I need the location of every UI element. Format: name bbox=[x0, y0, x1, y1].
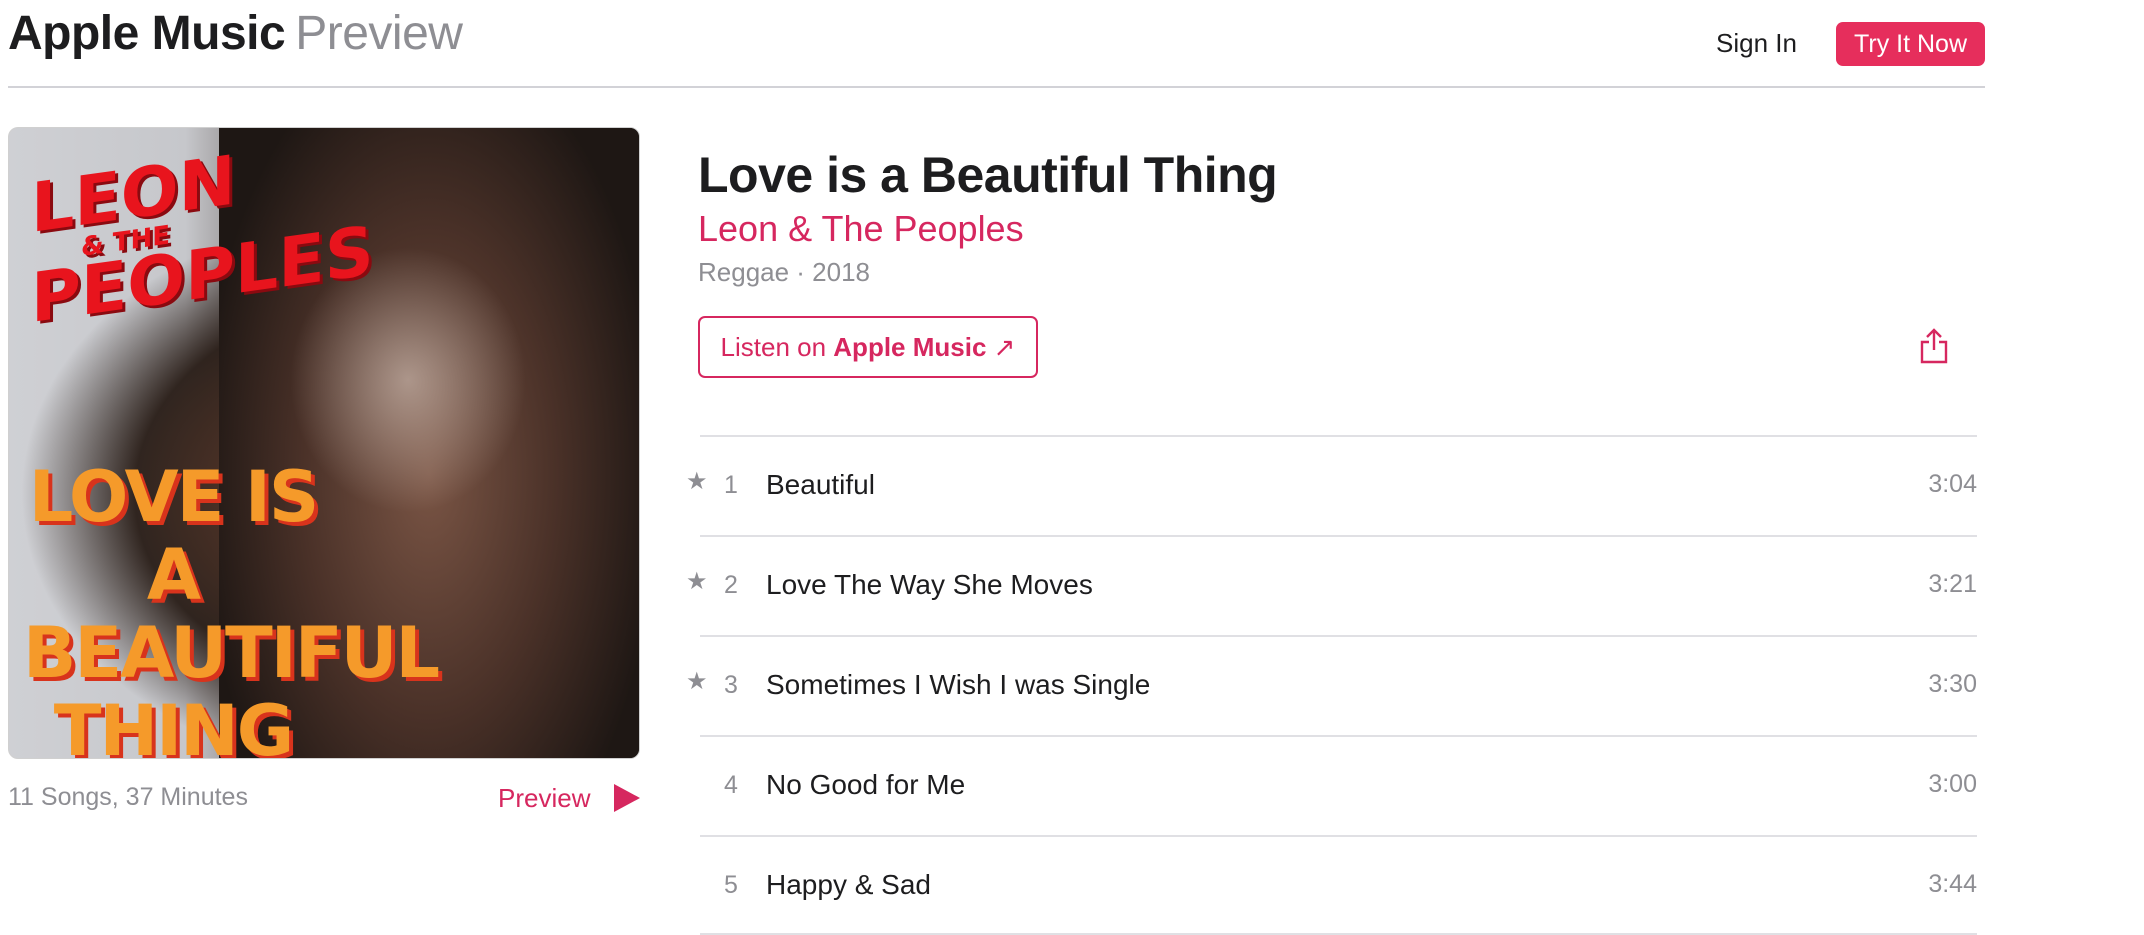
track-row[interactable]: ★ 2 Love The Way She Moves 3:21 bbox=[686, 535, 1977, 635]
track-row[interactable]: 5 Happy & Sad 3:44 bbox=[700, 835, 1977, 935]
popular-star-icon: ★ bbox=[686, 568, 708, 595]
track-number: 5 bbox=[724, 871, 738, 899]
track-name[interactable]: Beautiful bbox=[766, 469, 875, 501]
track-name[interactable]: Love The Way She Moves bbox=[766, 569, 1093, 601]
track-number: 4 bbox=[724, 771, 738, 799]
try-it-now-button[interactable]: Try It Now bbox=[1836, 22, 1985, 66]
track-name[interactable]: Sometimes I Wish I was Single bbox=[766, 669, 1150, 701]
track-duration: 3:44 bbox=[1928, 870, 1977, 898]
track-number: 1 bbox=[724, 471, 738, 499]
track-list: ★ 1 Beautiful 3:04 ★ 2 Love The Way She … bbox=[686, 435, 1977, 935]
track-name[interactable]: Happy & Sad bbox=[766, 869, 931, 901]
artwork-title-lettering: LOVE IS A BEAUTIFUL THING bbox=[23, 456, 440, 759]
brand-preview: Preview bbox=[295, 7, 463, 60]
listen-brand: Apple Music bbox=[833, 332, 987, 362]
share-icon[interactable] bbox=[1919, 328, 1949, 364]
track-row[interactable]: ★ 1 Beautiful 3:04 bbox=[686, 435, 1977, 535]
album-artwork[interactable]: LEON & THE PEOPLES LOVE IS A BEAUTIFUL T… bbox=[8, 127, 640, 759]
track-row[interactable]: 4 No Good for Me 3:00 bbox=[700, 735, 1977, 835]
track-duration: 3:04 bbox=[1928, 470, 1977, 498]
brand-logo[interactable]: Apple Music Preview bbox=[8, 6, 463, 61]
preview-link[interactable]: Preview bbox=[498, 783, 590, 814]
track-duration: 3:21 bbox=[1928, 570, 1977, 598]
track-duration: 3:30 bbox=[1928, 670, 1977, 698]
listen-prefix: Listen on bbox=[720, 332, 834, 362]
genre-year: Reggae · 2018 bbox=[698, 257, 871, 287]
play-icon[interactable] bbox=[614, 784, 640, 812]
track-row[interactable]: ★ 3 Sometimes I Wish I was Single 3:30 bbox=[686, 635, 1977, 735]
popular-star-icon: ★ bbox=[686, 668, 708, 695]
top-bar: Apple Music Preview Sign In Try It Now bbox=[8, 0, 1985, 88]
sign-in-link[interactable]: Sign In bbox=[1716, 28, 1797, 59]
track-number: 3 bbox=[724, 671, 738, 699]
popular-star-icon: ★ bbox=[686, 468, 708, 495]
track-duration: 3:00 bbox=[1928, 770, 1977, 798]
artwork-band-logo: LEON & THE PEOPLES bbox=[31, 141, 374, 339]
album-summary: 11 Songs, 37 Minutes bbox=[8, 783, 248, 811]
brand-apple-music: Apple Music bbox=[8, 7, 286, 60]
external-arrow-icon: ↗ bbox=[993, 332, 1016, 362]
listen-on-apple-music-button[interactable]: Listen on Apple Music ↗ bbox=[698, 316, 1038, 378]
track-number: 2 bbox=[724, 571, 738, 599]
track-name[interactable]: No Good for Me bbox=[766, 769, 965, 801]
artist-link[interactable]: Leon & The Peoples bbox=[698, 208, 1024, 250]
album-title: Love is a Beautiful Thing bbox=[698, 147, 1278, 203]
